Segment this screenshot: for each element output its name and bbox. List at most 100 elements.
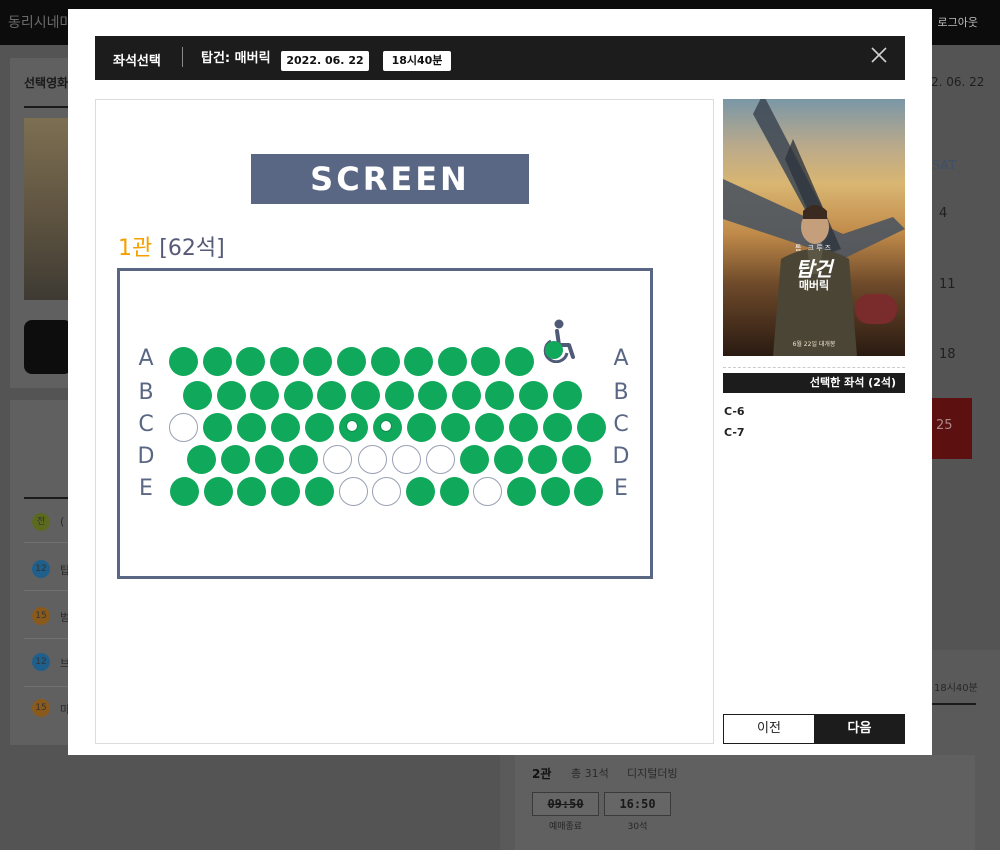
seat-taken (237, 413, 266, 442)
seat-empty[interactable] (473, 477, 503, 506)
seat-taken (283, 381, 313, 410)
divider (24, 638, 69, 639)
seat-taken (437, 347, 467, 376)
showtime-button[interactable]: 09:50 (532, 792, 599, 816)
seat-taken (236, 347, 266, 376)
seat-taken (451, 381, 481, 410)
seat-taken (337, 347, 366, 376)
calendar-day[interactable]: 4 (939, 206, 947, 221)
seat-selected[interactable] (339, 413, 368, 442)
seat-empty[interactable] (372, 477, 402, 506)
row-label: E (614, 476, 628, 501)
hall-number: 1관 (118, 236, 153, 261)
seat-taken (528, 445, 557, 474)
wheelchair-seat-icon[interactable] (537, 319, 577, 363)
selected-seat: C-6 (724, 405, 745, 418)
seat-taken (552, 381, 582, 410)
seat-taken (271, 477, 301, 506)
selected-seats-header: 선택한 좌석 (2석) (723, 373, 905, 393)
seat-taken (509, 413, 538, 442)
divider (24, 106, 69, 108)
select-button[interactable] (24, 320, 72, 374)
seat-taken (250, 381, 280, 410)
seat-taken (505, 347, 534, 376)
weekday-label: SAT (932, 158, 957, 172)
seat-taken (304, 477, 334, 506)
showtime-button[interactable]: 16:50 (604, 792, 671, 816)
seat-taken (221, 445, 251, 474)
seat-empty[interactable] (425, 445, 455, 474)
seat-selected[interactable] (373, 413, 402, 442)
logout-link[interactable]: 로그아웃 (938, 14, 978, 30)
modal-title: 좌석선택 (113, 54, 161, 69)
rating-badge: 전 (32, 513, 50, 531)
row-label: A (613, 346, 629, 371)
close-icon[interactable] (869, 45, 889, 65)
poster-subtitle: 매버릭 (798, 279, 830, 292)
seat-taken (303, 347, 333, 376)
seat-taken (577, 413, 606, 442)
rating-badge: 12 (32, 560, 50, 578)
time-chip: 18시40분 (383, 51, 451, 71)
calendar-day[interactable]: 11 (939, 277, 956, 292)
seat-taken (407, 413, 436, 442)
selected-seat: C-7 (724, 426, 745, 439)
showtime-status: 30석 (627, 822, 648, 832)
seat-taken (418, 381, 448, 410)
row-label: E (139, 476, 153, 501)
calendar-day-selected[interactable]: 25 (931, 398, 972, 459)
row-label: D (612, 444, 630, 469)
seat-empty[interactable] (391, 445, 421, 474)
seat-taken (471, 347, 501, 376)
calendar-day: 25 (936, 418, 953, 433)
site-logo[interactable]: 동리시네마 (8, 12, 72, 32)
hall-label: 1관 [62석] (118, 230, 225, 262)
seat-taken (475, 413, 504, 442)
seat-taken (170, 477, 199, 506)
row-label: D (137, 444, 155, 469)
seat-taken (439, 477, 469, 506)
row-label: C (138, 412, 154, 437)
divider (931, 703, 976, 705)
rating-badge: 15 (32, 699, 50, 717)
seat-taken (203, 413, 232, 442)
seat-empty[interactable] (169, 413, 198, 442)
seat-taken (216, 381, 246, 410)
seat-taken (404, 347, 434, 376)
row-label: B (138, 380, 154, 405)
time-display: 18시40분 (934, 683, 978, 694)
poster-credit: 톰 크루즈 (795, 244, 833, 252)
calendar-day[interactable]: 18 (939, 347, 956, 362)
date-chip: 2022. 06. 22 (281, 51, 369, 71)
seat-taken (519, 381, 548, 410)
seat-taken (459, 445, 489, 474)
next-button[interactable]: 다음 (814, 714, 905, 744)
hall-capacity: [62석] (159, 236, 225, 261)
rating-badge: 12 (32, 653, 50, 671)
movie-title: ( (60, 515, 65, 528)
seat-taken (370, 347, 400, 376)
seat-taken (317, 381, 347, 410)
seat-empty[interactable] (338, 477, 368, 506)
prev-button[interactable]: 이전 (723, 714, 815, 744)
section-title: 선택영화 (24, 76, 69, 90)
seat-taken (543, 413, 572, 442)
seat-taken (289, 445, 319, 474)
seat-taken (255, 445, 285, 474)
seat-taken (540, 477, 570, 506)
seat-taken (405, 477, 435, 506)
screen-label: SCREEN (251, 154, 529, 204)
row-label: A (138, 346, 154, 371)
seat-taken (203, 477, 233, 506)
movie-title: 탑건: 매버릭 (201, 51, 271, 66)
seat-empty[interactable] (357, 445, 387, 474)
seat-taken (183, 381, 212, 410)
seat-empty[interactable] (323, 445, 353, 474)
seat-taken (562, 445, 592, 474)
seat-taken (384, 381, 414, 410)
seat-taken (351, 381, 380, 410)
showtime-status: 예매종료 (548, 822, 583, 832)
divider (723, 367, 905, 368)
divider (24, 542, 69, 543)
seat-taken (507, 477, 536, 506)
